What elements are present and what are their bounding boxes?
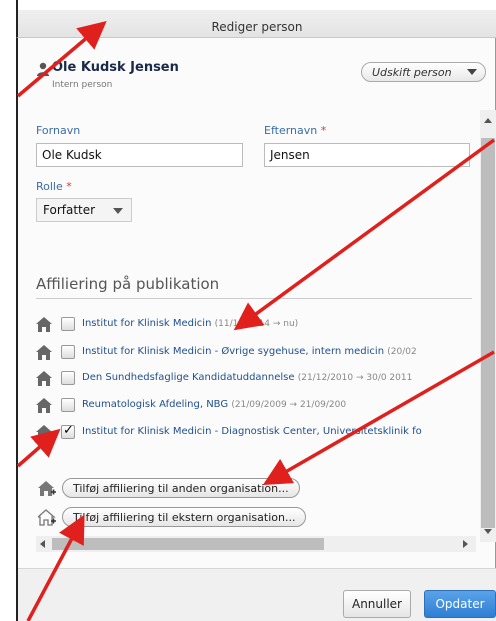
affiliation-checkbox[interactable] <box>61 345 75 359</box>
affiliation-date: (21/12/2010 → 30/0 2011 <box>297 373 413 383</box>
firstname-field[interactable]: Ole Kudsk <box>36 143 243 167</box>
home-icon <box>36 425 52 440</box>
horizontal-scrollbar[interactable] <box>36 536 476 552</box>
dialog-frame <box>16 0 496 621</box>
person-icon <box>37 62 49 76</box>
update-button[interactable]: Opdater <box>424 590 496 618</box>
lastname-label: Efternavn * <box>264 124 327 137</box>
chevron-down-icon <box>467 69 477 75</box>
replace-person-label: Udskift person <box>372 65 452 79</box>
firstname-label: Fornavn <box>36 124 81 137</box>
titlebar-top-strip <box>18 0 496 10</box>
home-icon <box>36 371 52 386</box>
horizontal-scroll-thumb[interactable] <box>52 538 324 550</box>
section-divider <box>36 298 472 299</box>
cancel-button[interactable]: Annuller <box>343 590 411 618</box>
scroll-up-icon[interactable] <box>484 118 492 123</box>
required-mark: * <box>66 180 72 193</box>
affiliation-org[interactable]: Institut for Klinisk Medicin <box>82 318 211 329</box>
affiliation-section-title: Affiliering på publikation <box>36 275 220 293</box>
home-add-icon <box>38 481 56 496</box>
affiliation-org[interactable]: Den Sundhedsfaglige Kandidatuddannelse <box>82 372 295 383</box>
affiliation-date: (20/02 <box>387 347 417 357</box>
affiliation-row[interactable]: Den Sundhedsfaglige Kandidatuddannelse (… <box>36 370 476 388</box>
affiliation-date: (21/09/2009 → 21/09/200 <box>231 400 347 410</box>
dialog-titlebar: Rediger person <box>16 0 496 38</box>
affiliation-org[interactable]: Reumatologisk Afdeling, NBG <box>82 399 228 410</box>
vertical-scroll-thumb[interactable] <box>481 138 495 528</box>
scroll-right-icon[interactable] <box>463 540 468 548</box>
person-name: Ole Kudsk Jensen <box>52 60 179 75</box>
affiliation-date: (11/11/2014 → nu) <box>214 319 299 329</box>
dialog-title: Rediger person <box>211 20 303 34</box>
role-select[interactable]: Forfatter <box>36 198 132 222</box>
affiliation-row[interactable]: Institut for Klinisk Medicin - Diagnosti… <box>36 424 476 442</box>
vertical-scrollbar[interactable] <box>480 110 496 542</box>
home-external-add-icon <box>38 509 56 526</box>
replace-person-button[interactable]: Udskift person <box>361 62 486 82</box>
person-type: Intern person <box>52 80 113 90</box>
role-select-value: Forfatter <box>43 203 96 217</box>
scroll-down-icon[interactable] <box>484 529 492 534</box>
add-other-affiliation-button[interactable]: Tilføj affiliering til anden organisatio… <box>62 478 300 498</box>
role-label: Rolle * <box>36 180 72 193</box>
affiliation-row[interactable]: Institut for Klinisk Medicin (11/11/2014… <box>36 316 476 334</box>
affiliation-checkbox[interactable] <box>61 371 75 385</box>
affiliation-checkbox[interactable] <box>61 424 75 439</box>
affiliation-checkbox[interactable] <box>61 398 75 412</box>
affiliation-checkbox[interactable] <box>61 317 75 331</box>
home-icon <box>36 398 52 413</box>
affiliation-row[interactable]: Institut for Klinisk Medicin - Øvrige sy… <box>36 344 476 362</box>
affiliation-org[interactable]: Institut for Klinisk Medicin - Diagnosti… <box>82 426 422 437</box>
add-external-affiliation-button[interactable]: Tilføj affiliering til ekstern organisat… <box>62 507 307 527</box>
lastname-field[interactable]: Jensen <box>264 143 470 167</box>
home-icon <box>36 345 52 360</box>
required-mark: * <box>320 124 327 137</box>
chevron-down-icon <box>113 208 123 214</box>
affiliation-org[interactable]: Institut for Klinisk Medicin - Øvrige sy… <box>82 346 384 357</box>
scroll-left-icon[interactable] <box>40 540 45 548</box>
home-icon <box>36 317 52 332</box>
affiliation-row[interactable]: Reumatologisk Afdeling, NBG (21/09/2009 … <box>36 397 476 415</box>
